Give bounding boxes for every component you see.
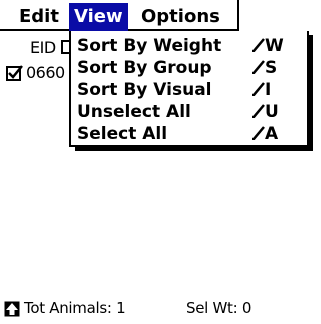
menu-item-label: Sort By Weight — [77, 36, 222, 56]
graffiti-stroke-icon — [251, 104, 265, 118]
menu-item-label: Sort By Visual — [77, 80, 212, 100]
checked-checkbox-icon[interactable] — [6, 64, 24, 82]
shortcut: A — [251, 123, 278, 145]
eid-label: EID — [30, 38, 56, 57]
selected-weight: Sel Wt: 0 — [186, 299, 252, 317]
row-eid-value: 0660 — [26, 63, 65, 82]
up-arrow-icon[interactable] — [4, 301, 20, 317]
dropdown-shadow — [309, 35, 313, 151]
menu-item-label: Sort By Group — [77, 58, 212, 78]
graffiti-stroke-icon — [251, 38, 265, 52]
graffiti-stroke-icon — [251, 126, 265, 140]
shortcut: U — [251, 101, 279, 123]
menu-item-label: Unselect All — [77, 102, 191, 122]
menu-options[interactable]: Options — [136, 3, 225, 31]
graffiti-stroke-icon — [251, 60, 265, 74]
menu-view[interactable]: View — [69, 3, 128, 31]
menu-edit[interactable]: Edit — [14, 3, 64, 31]
shortcut: W — [251, 35, 284, 57]
shortcut: I — [251, 79, 271, 101]
shortcut: S — [251, 57, 277, 79]
menu-item-label: Select All — [77, 124, 168, 144]
graffiti-stroke-icon — [251, 82, 265, 96]
total-animals-count: Tot Animals: 1 — [24, 299, 126, 317]
status-footer: Tot Animals: 1 Sel Wt: 0 — [0, 297, 321, 321]
view-dropdown-menu: Sort By Weight W Sort By Group S Sort By… — [69, 31, 313, 151]
menu-bar: Edit View Options — [0, 0, 239, 31]
